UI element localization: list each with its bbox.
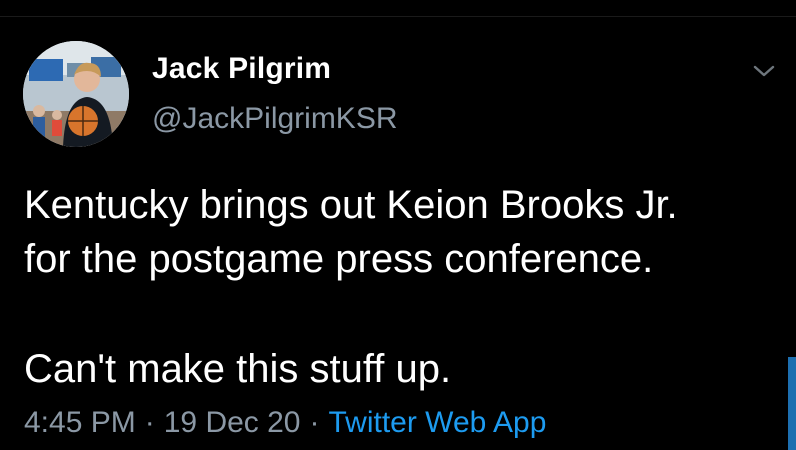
tweet-metadata: 4:45 PM · 19 Dec 20 · Twitter Web App	[24, 406, 546, 440]
avatar[interactable]	[23, 41, 129, 147]
divider	[0, 16, 796, 17]
author-display-name[interactable]: Jack Pilgrim	[152, 52, 331, 86]
author-handle[interactable]: @JackPilgrimKSR	[152, 102, 398, 136]
chevron-down-icon	[753, 65, 775, 77]
separator: ·	[309, 406, 320, 439]
tweet-time[interactable]: 4:45 PM	[24, 406, 136, 439]
scrollbar[interactable]	[788, 357, 796, 450]
tweet-text-line: for the postgame press conference.	[24, 237, 654, 281]
tweet-menu-button[interactable]	[748, 57, 780, 85]
tweet-source-link[interactable]: Twitter Web App	[329, 406, 547, 439]
tweet-text-line: Can't make this stuff up.	[24, 347, 452, 391]
tweet-date[interactable]: 19 Dec 20	[164, 406, 301, 439]
separator: ·	[144, 406, 155, 439]
tweet-card: Jack Pilgrim @JackPilgrimKSR Kentucky br…	[0, 0, 796, 450]
profile-photo-icon	[23, 41, 129, 147]
tweet-text: Kentucky brings out Keion Brooks Jr. for…	[24, 178, 784, 396]
tweet-text-line: Kentucky brings out Keion Brooks Jr.	[24, 183, 678, 227]
